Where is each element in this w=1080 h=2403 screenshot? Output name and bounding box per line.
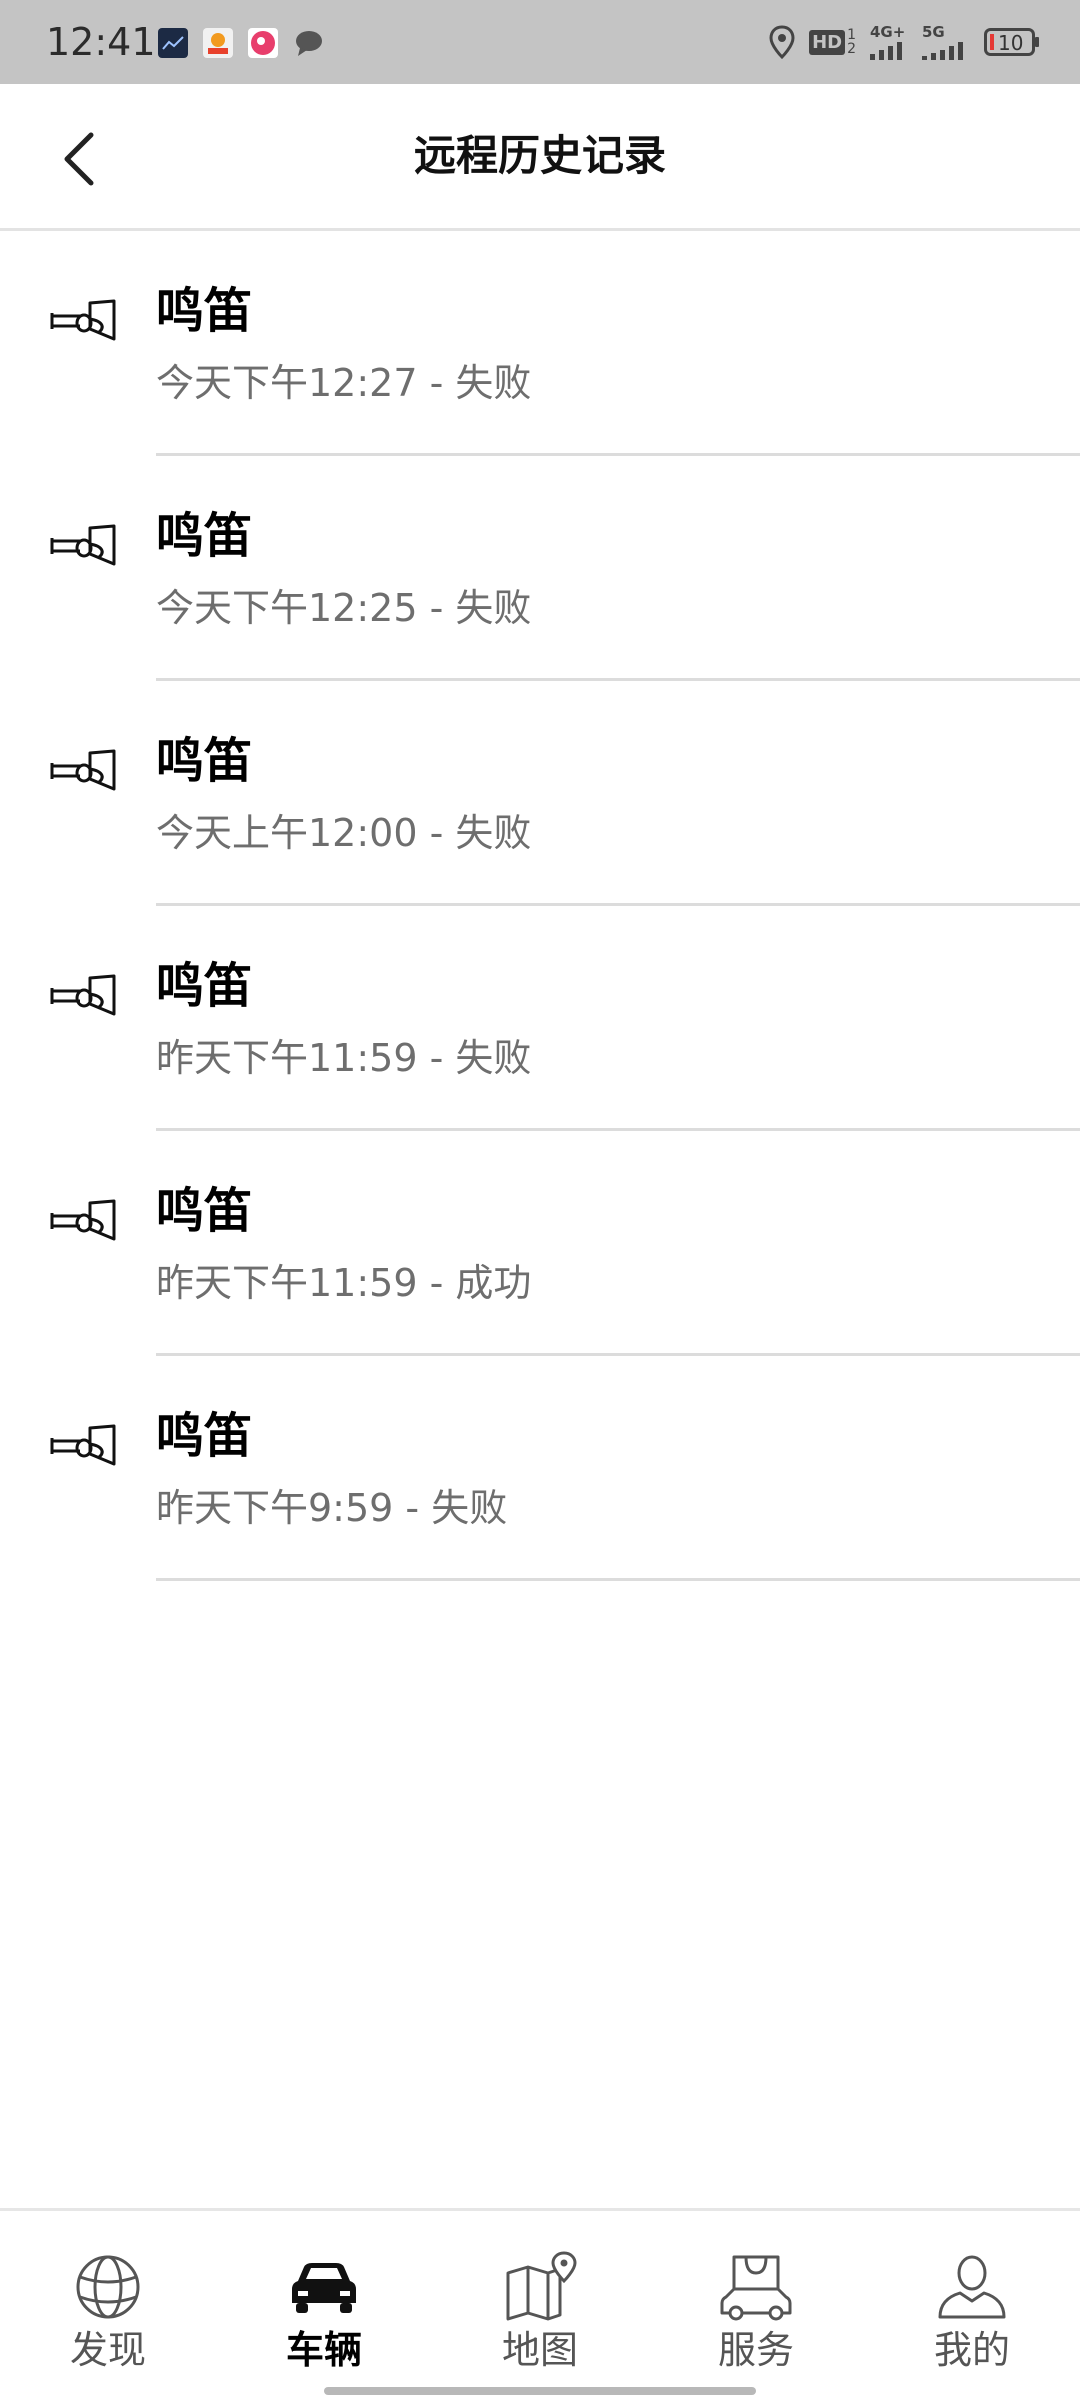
history-item-title: 鸣笛 [156,283,253,339]
user-icon [938,2255,1006,2319]
top-app-bar: 远程历史记录 [0,84,1080,231]
horn-icon [50,974,116,1016]
bmw-app-notification-icon [158,28,188,58]
history-item-title: 鸣笛 [156,733,253,789]
horn-icon [50,749,116,791]
history-item-title: 鸣笛 [156,958,253,1014]
network-5g-label: 5G [922,22,945,41]
battery-icon: 10 [984,28,1040,56]
message-notification-icon [294,28,324,58]
network-4g-label: 4G+ [870,22,906,41]
nav-label-vehicle: 车辆 [285,2328,362,2372]
history-item[interactable]: 鸣笛 昨天下午11:59 - 失败 [0,906,1080,1131]
history-item-timestamp-status: 今天下午12:25 - 失败 [156,586,532,630]
nav-label-me: 我的 [933,2328,1010,2372]
status-time: 12:41 [46,20,156,64]
home-indicator[interactable] [324,2387,756,2395]
bottom-navigation: 发现 车辆 地图 服务 我的 [0,2208,1080,2403]
divider [156,1578,1080,1581]
horn-icon [50,1424,116,1466]
globe-icon [76,2255,140,2319]
hd-label: HD [809,29,846,55]
horn-icon [50,524,116,566]
shopping-bag-car-icon [720,2255,792,2321]
history-item-title: 鸣笛 [156,1183,253,1239]
history-item-timestamp-status: 昨天下午11:59 - 成功 [156,1261,532,1305]
chevron-left-icon [64,132,94,186]
pink-app-notification-icon [248,28,278,58]
history-item[interactable]: 鸣笛 今天下午12:25 - 失败 [0,456,1080,681]
status-bar: 12:41 HD 12 4G+ 5G 10 [0,0,1080,84]
status-indicators: HD 12 4G+ 5G 10 [769,22,1040,62]
history-item-timestamp-status: 今天下午12:27 - 失败 [156,361,532,405]
history-item[interactable]: 鸣笛 昨天下午11:59 - 成功 [0,1131,1080,1356]
history-item-title: 鸣笛 [156,1408,253,1464]
location-icon [769,25,795,59]
orange-app-notification-icon [203,28,233,58]
history-item-timestamp-status: 今天上午12:00 - 失败 [156,811,532,855]
nav-item-vehicle[interactable]: 车辆 [216,2211,432,2403]
remote-history-list: 鸣笛 今天下午12:27 - 失败 鸣笛 今天下午12:25 - 失败 鸣笛 今… [0,231,1080,1581]
car-icon [292,2263,356,2313]
history-item-title: 鸣笛 [156,508,253,564]
history-item[interactable]: 鸣笛 今天下午12:27 - 失败 [0,231,1080,456]
horn-icon [50,1199,116,1241]
back-button[interactable] [44,124,114,194]
history-item[interactable]: 鸣笛 昨天下午9:59 - 失败 [0,1356,1080,1581]
nav-label-discover: 发现 [69,2328,146,2372]
nav-item-discover[interactable]: 发现 [0,2211,216,2403]
history-item-timestamp-status: 昨天下午11:59 - 失败 [156,1036,532,1080]
signal-4g-icon: 4G+ [870,22,908,60]
nav-label-map: 地图 [501,2328,578,2372]
nav-item-map[interactable]: 地图 [432,2211,648,2403]
nav-label-service: 服务 [717,2328,794,2372]
history-item-timestamp-status: 昨天下午9:59 - 失败 [156,1486,508,1530]
signal-5g-icon: 5G [922,22,970,60]
history-item[interactable]: 鸣笛 今天上午12:00 - 失败 [0,681,1080,906]
hd-icon: HD 12 [809,28,856,56]
horn-icon [50,299,116,341]
nav-item-me[interactable]: 我的 [864,2211,1080,2403]
page-title: 远程历史记录 [413,131,666,180]
battery-level: 10 [998,31,1024,55]
map-icon [506,2251,577,2321]
nav-item-service[interactable]: 服务 [648,2211,864,2403]
